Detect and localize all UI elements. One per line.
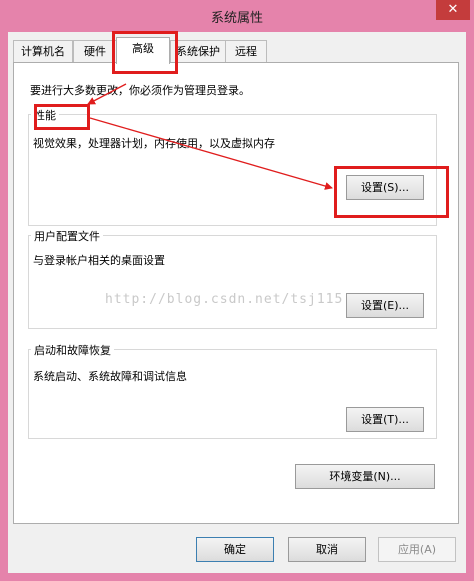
arrow-performance-to-settings (89, 117, 333, 190)
arrow-tab-to-performance (87, 83, 127, 105)
tab-advanced[interactable]: 高级 (116, 37, 170, 64)
system-properties-window: 系统属性 ✕ 计算机名 硬件 高级 系统保护 远程 要进行大多数更改，你必须作为… (0, 0, 474, 581)
annotation-arrows (87, 83, 333, 190)
